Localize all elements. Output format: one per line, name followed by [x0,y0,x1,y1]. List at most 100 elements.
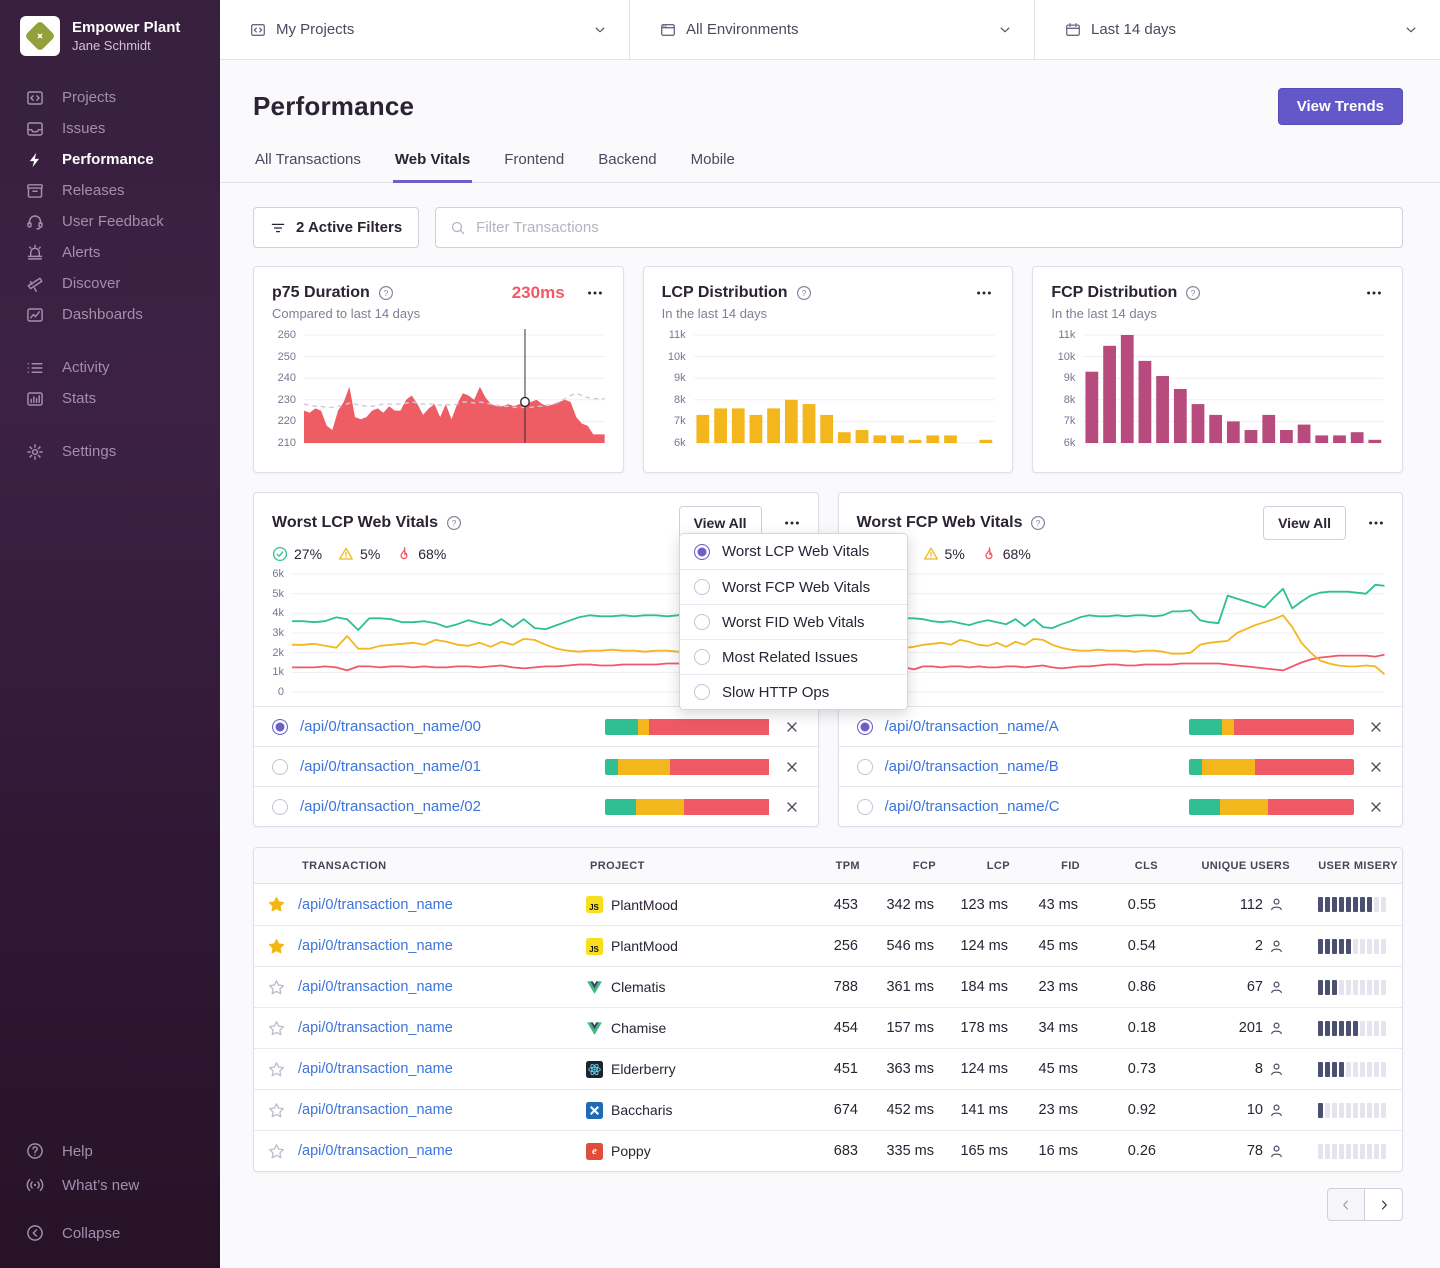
transaction-radio[interactable] [857,759,873,775]
sidebar-item-dashboards[interactable]: Dashboards [0,299,220,330]
card-menu-button[interactable] [782,513,802,533]
sidebar-item-projects[interactable]: Projects [0,82,220,113]
close-icon[interactable] [1366,797,1386,817]
transaction-radio[interactable] [857,799,873,815]
star-outline-icon[interactable] [266,1100,287,1121]
sidebar-item-alerts[interactable]: Alerts [0,237,220,268]
menu-item-slow-http-ops[interactable]: Slow HTTP Ops [680,674,907,709]
fcp-value: 335 ms [864,1143,940,1159]
sidebar-item-user-feedback[interactable]: User Feedback [0,206,220,237]
user-misery-bar [1294,939,1402,954]
star-filled-icon[interactable] [266,894,287,915]
view-trends-button[interactable]: View Trends [1278,88,1403,125]
tab-frontend[interactable]: Frontend [502,145,566,183]
org-switcher[interactable]: Empower Plant Jane Schmidt [0,16,220,56]
sidebar-item-issues[interactable]: Issues [0,113,220,144]
tab-all-transactions[interactable]: All Transactions [253,145,363,183]
vitals-distribution-bar [605,799,770,815]
active-filters-button[interactable]: 2 Active Filters [253,207,419,248]
transaction-radio[interactable] [272,799,288,815]
fcp-value: 361 ms [864,979,940,995]
sidebar-item-discover[interactable]: Discover [0,268,220,299]
card-menu-button[interactable] [585,283,605,303]
sidebar-item-releases[interactable]: Releases [0,175,220,206]
column-header-transaction: TRANSACTION [298,860,586,872]
menu-item-worst-lcp-web-vitals[interactable]: Worst LCP Web Vitals [680,534,907,569]
project-cell: JSPlantMood [586,938,802,955]
view-all-button[interactable]: View All [1263,506,1346,540]
card-menu-button[interactable] [1364,283,1384,303]
transaction-link[interactable]: /api/0/transaction_name/C [885,798,1178,815]
fcp-distribution-chart[interactable] [1083,335,1384,443]
card-menu-button[interactable] [974,283,994,303]
transaction-radio[interactable] [272,719,288,735]
lcp-value: 123 ms [940,897,1014,913]
releases-icon [26,182,44,200]
transaction-link[interactable]: /api/0/transaction_name [298,979,586,995]
star-outline-icon[interactable] [266,1059,287,1080]
column-header-project: PROJECT [586,860,802,872]
transaction-link[interactable]: /api/0/transaction_name [298,1061,586,1077]
sidebar-item-performance[interactable]: Performance [0,144,220,175]
close-icon[interactable] [782,797,802,817]
card-menu-button[interactable] [1366,513,1386,533]
close-icon[interactable] [782,717,802,737]
close-icon[interactable] [1366,757,1386,777]
tab-mobile[interactable]: Mobile [689,145,737,183]
project-cell: Elderberry [586,1061,802,1078]
column-header-lcp: LCP [940,860,1014,872]
star-outline-icon[interactable] [266,977,287,998]
project-filter[interactable]: My Projects [220,0,630,59]
environment-filter[interactable]: All Environments [630,0,1035,59]
help-icon[interactable]: ? [1185,285,1201,301]
sidebar-item-stats[interactable]: Stats [0,383,220,414]
help-icon[interactable]: ? [446,515,462,531]
tab-web-vitals[interactable]: Web Vitals [393,145,472,183]
star-filled-icon[interactable] [266,936,287,957]
date-range-filter[interactable]: Last 14 days [1035,0,1440,59]
org-name: Empower Plant [72,19,180,38]
p75-chart[interactable] [304,335,605,443]
menu-item-most-related-issues[interactable]: Most Related Issues [680,639,907,674]
vitals-transaction-row: /api/0/transaction_name/02 [254,786,818,826]
transaction-link[interactable]: /api/0/transaction_name/00 [300,718,593,735]
transaction-radio[interactable] [857,719,873,735]
svg-text:?: ? [1191,288,1196,298]
close-icon[interactable] [1366,717,1386,737]
menu-item-worst-fid-web-vitals[interactable]: Worst FID Web Vitals [680,604,907,639]
transaction-link[interactable]: /api/0/transaction_name [298,1020,586,1036]
search-input[interactable] [476,219,1388,236]
sidebar-item-collapse[interactable]: Collapse [0,1216,220,1250]
tab-backend[interactable]: Backend [596,145,658,183]
y-tick-label: 8k [674,394,686,406]
sidebar-item-activity[interactable]: Activity [0,352,220,383]
sidebar-item-help[interactable]: Help [0,1134,220,1168]
transaction-link[interactable]: /api/0/transaction_name [298,897,586,913]
transaction-link[interactable]: /api/0/transaction_name/A [885,718,1178,735]
star-outline-icon[interactable] [266,1141,287,1162]
sidebar-item-what-s-new[interactable]: What’s new [0,1168,220,1202]
transaction-link[interactable]: /api/0/transaction_name [298,1143,586,1159]
lcp-distribution-chart[interactable] [694,335,995,443]
menu-item-worst-fcp-web-vitals[interactable]: Worst FCP Web Vitals [680,569,907,604]
transaction-link[interactable]: /api/0/transaction_name [298,1102,586,1118]
cls-value: 0.54 [1084,938,1162,954]
help-icon[interactable]: ? [378,285,394,301]
topbar: My Projects All Environments Last 14 day… [220,0,1440,60]
transaction-link[interactable]: /api/0/transaction_name/01 [300,758,593,775]
next-page-button[interactable] [1365,1188,1403,1221]
worst-fcp-chart[interactable] [877,574,1385,692]
transaction-radio[interactable] [272,759,288,775]
close-icon[interactable] [782,757,802,777]
sidebar-item-settings[interactable]: Settings [0,436,220,467]
help-icon[interactable]: ? [1030,515,1046,531]
transaction-link[interactable]: /api/0/transaction_name/02 [300,798,593,815]
tpm-value: 454 [802,1020,864,1036]
transaction-link[interactable]: /api/0/transaction_name [298,938,586,954]
help-icon[interactable]: ? [796,285,812,301]
transaction-link[interactable]: /api/0/transaction_name/B [885,758,1178,775]
y-tick-label: 7k [674,415,686,427]
fire-stat: 68% [981,546,1031,562]
previous-page-button[interactable] [1327,1188,1365,1221]
star-outline-icon[interactable] [266,1018,287,1039]
